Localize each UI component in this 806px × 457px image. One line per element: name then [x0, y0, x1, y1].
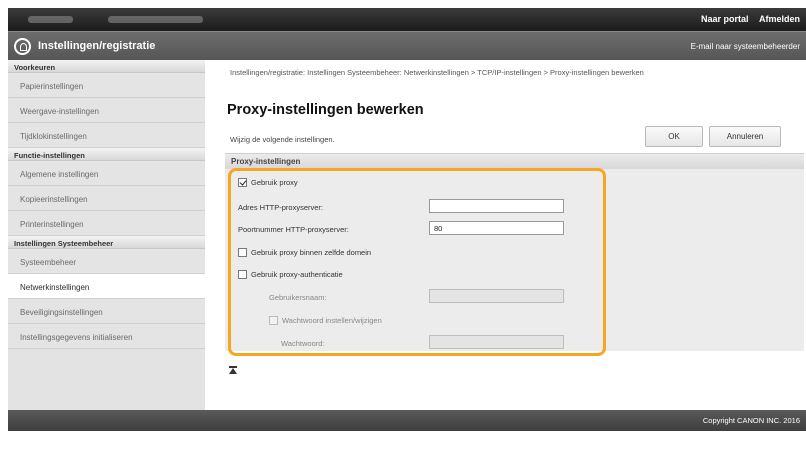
ok-button[interactable]: OK — [645, 126, 703, 147]
sidebar-item-system-management[interactable]: Systeembeheer — [8, 249, 205, 274]
highlight-frame — [228, 168, 606, 356]
sidebar-item-network-settings[interactable]: Netwerkinstellingen — [8, 274, 205, 299]
section-header: Proxy-instellingen — [225, 153, 804, 169]
sidebar-item-copy-settings[interactable]: Kopieerinstellingen — [8, 186, 205, 211]
sidebar-item-display-settings[interactable]: Weergave-instellingen — [8, 98, 205, 123]
sidebar-header-preferences: Voorkeuren — [8, 60, 205, 73]
email-admin-link[interactable]: E-mail naar systeembeheerder — [691, 42, 800, 51]
back-to-top-icon[interactable] — [229, 366, 237, 374]
sidebar-header-function-settings: Functie-instellingen — [8, 148, 205, 161]
sidebar-item-printer-settings[interactable]: Printerinstellingen — [8, 211, 205, 236]
title-bar: Instellingen/registratie E-mail naar sys… — [8, 31, 806, 60]
sidebar-item-security-settings[interactable]: Beveiligingsinstellingen — [8, 299, 205, 324]
sidebar-item-general-settings[interactable]: Algemene instellingen — [8, 161, 205, 186]
cancel-button[interactable]: Annuleren — [709, 126, 781, 147]
footer: Copyright CANON INC. 2016 — [8, 410, 806, 431]
sidebar: Voorkeuren Papierinstellingen Weergave-i… — [8, 60, 205, 410]
sidebar-item-initialize-settings[interactable]: Instellingsgegevens initialiseren — [8, 324, 205, 349]
blurred-device-model — [108, 16, 203, 23]
copyright-text: Copyright CANON INC. 2016 — [702, 416, 800, 425]
sidebar-header-management-settings: Instellingen Systeembeheer — [8, 236, 205, 249]
sidebar-item-paper-settings[interactable]: Papierinstellingen — [8, 73, 205, 98]
top-bar: Naar portal Afmelden — [8, 8, 806, 31]
logout-link[interactable]: Afmelden — [759, 14, 800, 24]
sidebar-item-timer-settings[interactable]: Tijdklokinstellingen — [8, 123, 205, 148]
app-title: Instellingen/registratie — [38, 40, 156, 52]
top-links: Naar portal Afmelden — [693, 14, 800, 24]
blurred-device-name — [28, 16, 73, 23]
page-title: Proxy-instellingen bewerken — [227, 102, 424, 118]
breadcrumb: Instellingen/registratie: Instellingen S… — [230, 68, 644, 77]
settings-logo-icon — [14, 38, 31, 55]
instruction-text: Wijzig de volgende instellingen. — [230, 135, 335, 144]
portal-link[interactable]: Naar portal — [701, 14, 749, 24]
